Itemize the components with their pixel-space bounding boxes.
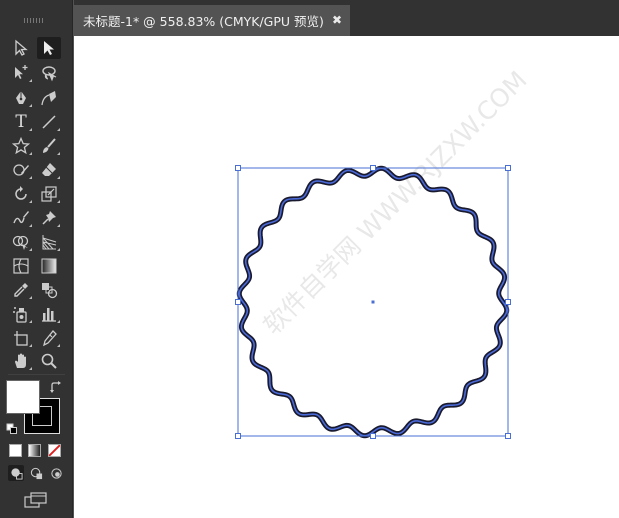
artboard-icon[interactable]: [9, 327, 33, 349]
fill-color-swatch[interactable]: [6, 380, 40, 414]
color-mode-button[interactable]: [9, 444, 22, 457]
selection-handle-bottom[interactable]: [370, 433, 376, 439]
eyedropper-icon[interactable]: [9, 279, 33, 301]
mesh-icon[interactable]: [9, 255, 33, 277]
selection-center-point: [371, 300, 375, 304]
paintbrush-icon[interactable]: [37, 135, 61, 157]
watermark: 软件自学网 WWW.RJZXW.COM: [258, 65, 533, 340]
document-tab-title: 未标题-1* @ 558.83% (CMYK/GPU 预览): [83, 14, 324, 29]
eraser-icon[interactable]: [37, 159, 61, 181]
draw-behind-icon[interactable]: [28, 465, 44, 481]
lasso-icon[interactable]: [37, 62, 61, 84]
rotate-icon[interactable]: [9, 183, 33, 205]
artwork-svg: 软件自学网 WWW.RJZXW.COM: [235, 65, 533, 439]
perspective-grid-icon[interactable]: [37, 231, 61, 253]
direct-selection-icon[interactable]: [9, 37, 33, 59]
artboard-canvas[interactable]: 软件自学网 WWW.RJZXW.COM: [74, 36, 619, 518]
selection-handle-top[interactable]: [370, 165, 376, 171]
default-fill-stroke-icon[interactable]: [6, 420, 18, 434]
column-graph-icon[interactable]: [37, 303, 61, 325]
symbol-sprayer-icon[interactable]: [9, 303, 33, 325]
gradient-mode-button[interactable]: [28, 444, 41, 457]
selection-handle-right[interactable]: [505, 299, 511, 305]
screen-mode-icon[interactable]: [24, 491, 48, 509]
selection-handle-top-right[interactable]: [505, 165, 511, 171]
curvature-icon[interactable]: [37, 87, 61, 109]
zoom-icon[interactable]: [37, 350, 61, 372]
shape-builder-icon[interactable]: [9, 231, 33, 253]
draw-normal-icon[interactable]: [8, 465, 24, 481]
type-icon[interactable]: T: [9, 111, 33, 133]
close-icon[interactable]: ✖: [332, 13, 342, 27]
selection-handle-top-left[interactable]: [235, 165, 241, 171]
none-mode-button[interactable]: [48, 444, 61, 457]
blend-icon[interactable]: [37, 279, 61, 301]
document-tab-bar: 未标题-1* @ 558.83% (CMYK/GPU 预览) ✖: [74, 0, 619, 36]
magic-wand-icon[interactable]: [9, 62, 33, 84]
pen-icon[interactable]: [9, 87, 33, 109]
watermark-text: 软件自学网 WWW.RJZXW.COM: [258, 65, 533, 340]
selection-handle-bottom-right[interactable]: [505, 433, 511, 439]
warp-icon[interactable]: [9, 207, 33, 229]
tools-panel: T: [0, 0, 73, 518]
selection-icon[interactable]: [37, 37, 61, 59]
panel-grip[interactable]: [24, 18, 44, 23]
puppet-warp-icon[interactable]: [37, 207, 61, 229]
slice-icon[interactable]: [37, 327, 61, 349]
shaper-icon[interactable]: [9, 159, 33, 181]
selection-handle-bottom-left[interactable]: [235, 433, 241, 439]
document-tab[interactable]: 未标题-1* @ 558.83% (CMYK/GPU 预览) ✖: [74, 5, 350, 36]
scale-icon[interactable]: [37, 183, 61, 205]
toolbar-divider: [8, 374, 65, 375]
selection-handle-left[interactable]: [235, 299, 241, 305]
swap-fill-stroke-icon[interactable]: [49, 379, 63, 393]
draw-inside-icon[interactable]: [48, 465, 64, 481]
star-icon[interactable]: [9, 135, 33, 157]
hand-icon[interactable]: [9, 350, 33, 372]
line-segment-icon[interactable]: [37, 111, 61, 133]
gradient-icon[interactable]: [37, 255, 61, 277]
